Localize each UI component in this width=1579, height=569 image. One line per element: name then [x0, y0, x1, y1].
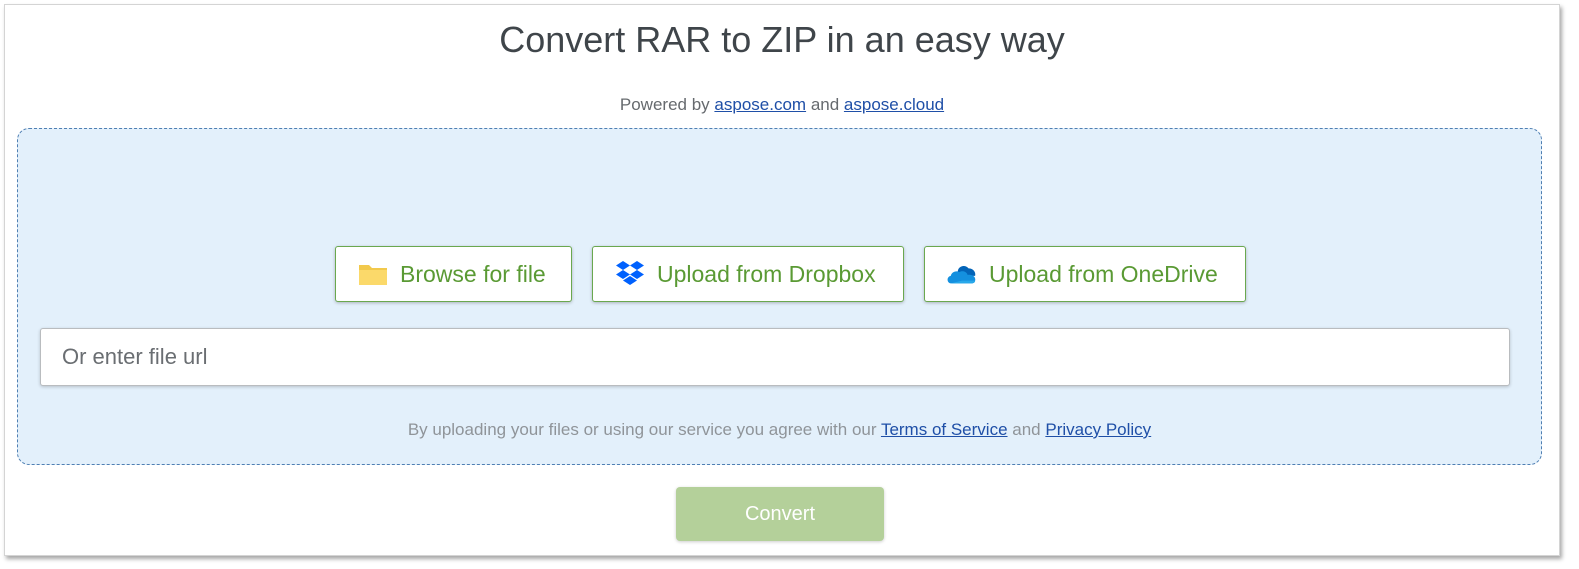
- browse-file-button[interactable]: Browse for file: [335, 246, 572, 302]
- upload-onedrive-label: Upload from OneDrive: [989, 260, 1218, 287]
- file-drop-zone[interactable]: Browse for file Upload from Dropbox Uplo…: [17, 128, 1542, 465]
- aspose-cloud-link[interactable]: aspose.cloud: [844, 95, 944, 114]
- browse-file-label: Browse for file: [400, 260, 546, 287]
- upload-dropbox-button[interactable]: Upload from Dropbox: [592, 246, 904, 302]
- terms-of-service-link[interactable]: Terms of Service: [881, 420, 1008, 439]
- convert-button[interactable]: Convert: [676, 487, 884, 541]
- folder-icon: [358, 259, 388, 289]
- page-title: Convert RAR to ZIP in an easy way: [499, 19, 1065, 60]
- terms-joiner: and: [1012, 420, 1041, 439]
- upload-dropbox-label: Upload from Dropbox: [657, 260, 876, 287]
- dropbox-icon: [615, 259, 645, 289]
- converter-panel: Convert RAR to ZIP in an easy way Powere…: [4, 4, 1560, 556]
- powered-by-prefix: Powered by: [619, 95, 710, 114]
- aspose-com-link[interactable]: aspose.com: [714, 95, 806, 114]
- terms-prefix: By uploading your files or using our ser…: [407, 420, 877, 439]
- powered-by-joiner: and: [810, 95, 840, 114]
- terms-notice: By uploading your files or using our ser…: [18, 420, 1541, 440]
- file-url-input[interactable]: [40, 328, 1510, 386]
- onedrive-icon: [947, 259, 977, 289]
- upload-source-buttons: Browse for file Upload from Dropbox Uplo…: [18, 246, 1541, 304]
- powered-by-line: Powered by aspose.com and aspose.cloud: [5, 95, 1559, 115]
- upload-onedrive-button[interactable]: Upload from OneDrive: [924, 246, 1246, 302]
- privacy-policy-link[interactable]: Privacy Policy: [1045, 420, 1151, 439]
